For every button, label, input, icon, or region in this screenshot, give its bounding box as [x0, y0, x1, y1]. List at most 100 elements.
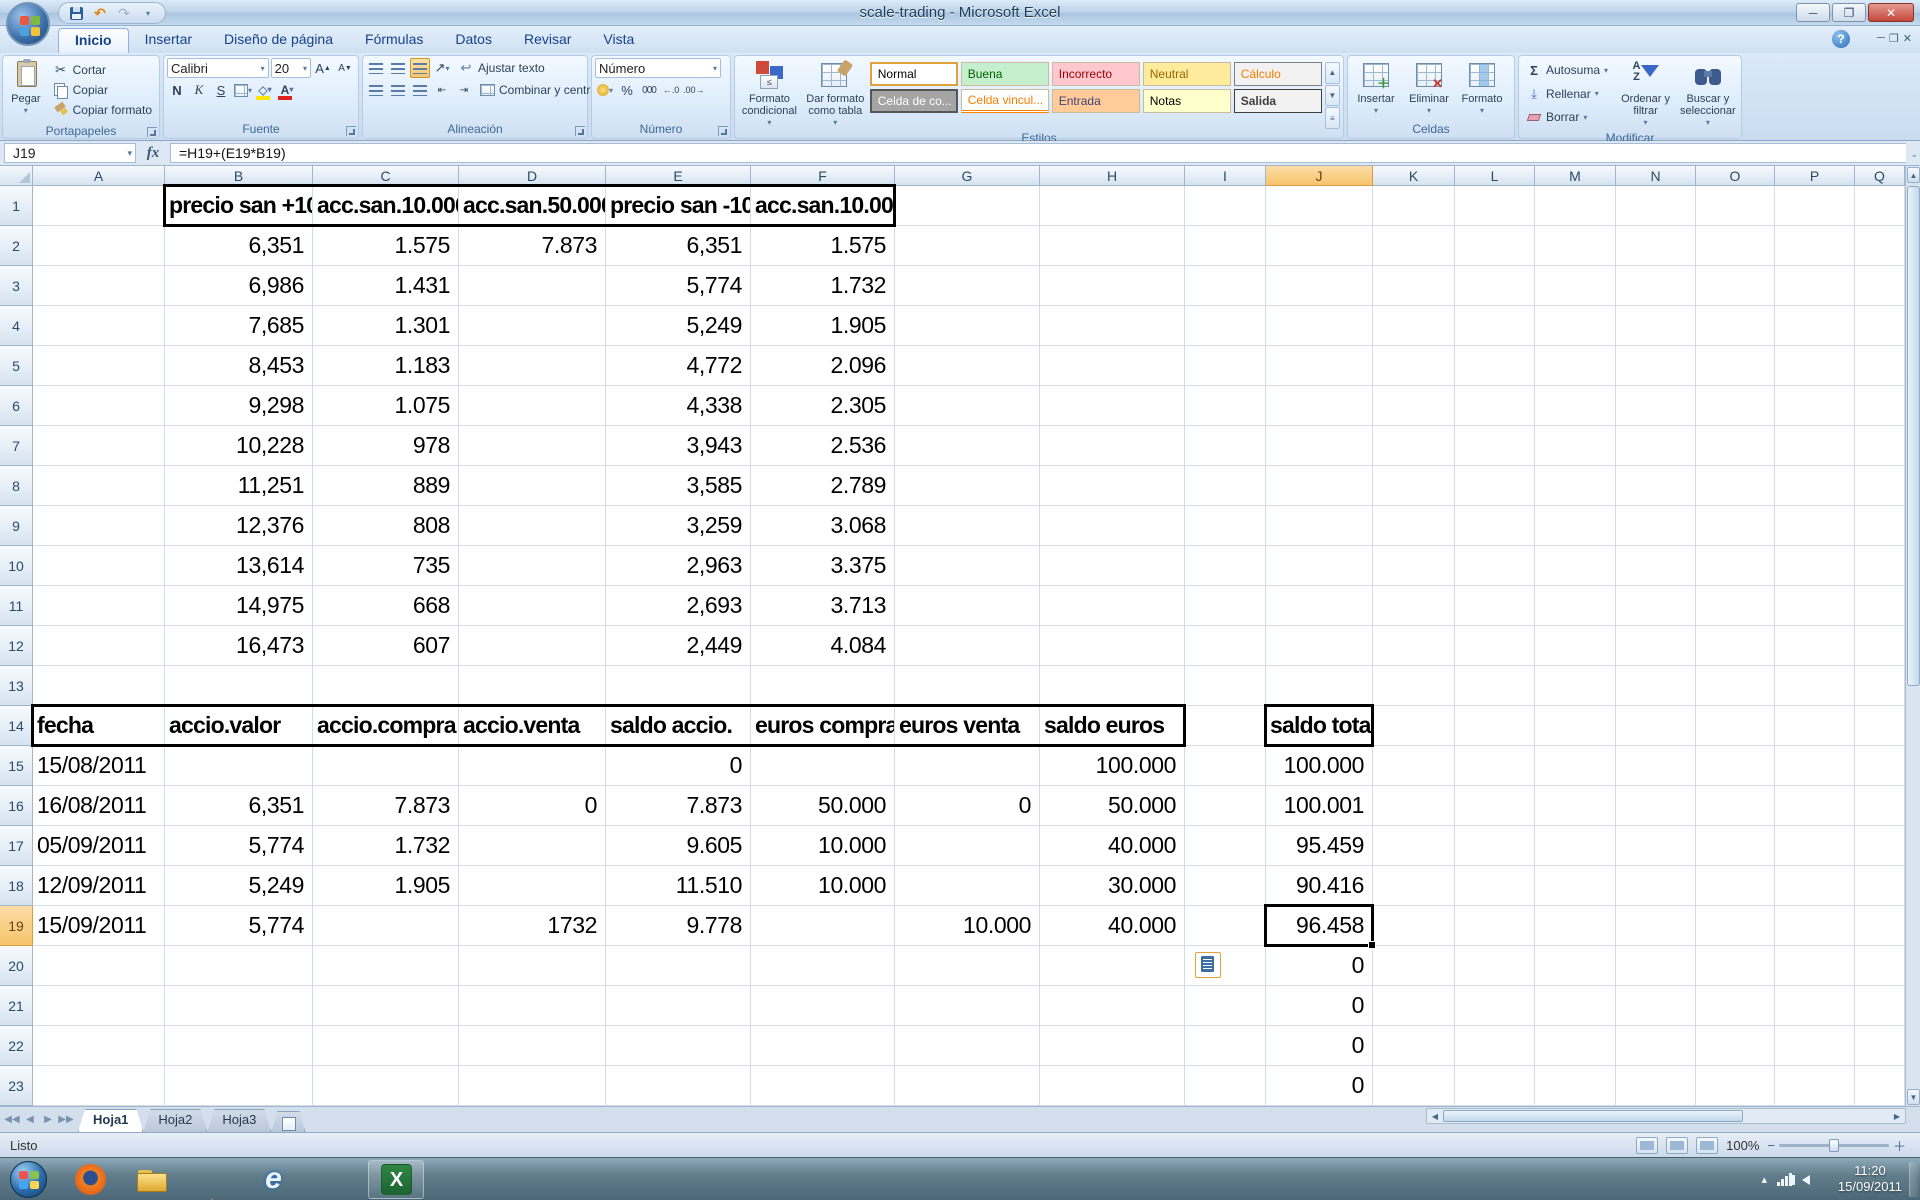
- cell-H1[interactable]: [1040, 186, 1185, 226]
- cell-E6[interactable]: 4,338: [606, 386, 751, 426]
- cell-J12[interactable]: [1266, 626, 1373, 666]
- ribbon-tab-inicio[interactable]: Inicio: [58, 28, 129, 53]
- cell-G4[interactable]: [895, 306, 1040, 346]
- cell-B19[interactable]: 5,774: [165, 906, 313, 946]
- sheet-tab-hoja1[interactable]: Hoja1: [78, 1109, 143, 1132]
- insert-cells-button[interactable]: ＋ Insertar▾: [1351, 58, 1401, 120]
- cell-L18[interactable]: [1455, 866, 1535, 906]
- row-header-21[interactable]: 21: [0, 986, 33, 1026]
- cell-style-celda-vincul-[interactable]: Celda vincul...: [961, 89, 1049, 113]
- vertical-scroll-thumb[interactable]: [1907, 186, 1920, 686]
- cell-K19[interactable]: [1373, 906, 1455, 946]
- cell-F6[interactable]: 2.305: [751, 386, 895, 426]
- cell-B23[interactable]: [165, 1066, 313, 1106]
- next-sheet-icon[interactable]: ▶: [40, 1114, 56, 1125]
- cell-N3[interactable]: [1616, 266, 1696, 306]
- cell-P19[interactable]: [1775, 906, 1855, 946]
- restore-button[interactable]: ❐: [1832, 3, 1866, 22]
- column-header-N[interactable]: N: [1616, 166, 1696, 186]
- cell-P12[interactable]: [1775, 626, 1855, 666]
- cell-F19[interactable]: [751, 906, 895, 946]
- cell-K13[interactable]: [1373, 666, 1455, 706]
- cell-O2[interactable]: [1696, 226, 1775, 266]
- cell-D19[interactable]: 1732: [459, 906, 606, 946]
- insert-function-button[interactable]: fx: [136, 145, 170, 162]
- cell-P18[interactable]: [1775, 866, 1855, 906]
- cell-Q6[interactable]: [1855, 386, 1905, 426]
- autosum-button[interactable]: ΣAutosuma▾: [1522, 60, 1613, 80]
- cell-P10[interactable]: [1775, 546, 1855, 586]
- cell-G22[interactable]: [895, 1026, 1040, 1066]
- cell-H5[interactable]: [1040, 346, 1185, 386]
- cell-B16[interactable]: 6,351: [165, 786, 313, 826]
- cell-L4[interactable]: [1455, 306, 1535, 346]
- cell-P8[interactable]: [1775, 466, 1855, 506]
- cell-P23[interactable]: [1775, 1066, 1855, 1106]
- cell-D16[interactable]: 0: [459, 786, 606, 826]
- cell-J16[interactable]: 100.001: [1266, 786, 1373, 826]
- cell-Q11[interactable]: [1855, 586, 1905, 626]
- cell-F10[interactable]: 3.375: [751, 546, 895, 586]
- cell-O22[interactable]: [1696, 1026, 1775, 1066]
- cell-M7[interactable]: [1535, 426, 1616, 466]
- increase-indent-button[interactable]: ⇥: [454, 80, 474, 100]
- cell-A7[interactable]: [33, 426, 165, 466]
- cut-button[interactable]: ✂Cortar: [49, 60, 156, 80]
- cell-A21[interactable]: [33, 986, 165, 1026]
- cell-style-normal[interactable]: Normal: [870, 62, 958, 86]
- taskbar-icon-internet-explorer[interactable]: e: [258, 1164, 289, 1195]
- cell-M1[interactable]: [1535, 186, 1616, 226]
- wrap-text-button[interactable]: ↩Ajustar texto: [454, 58, 549, 78]
- cell-O1[interactable]: [1696, 186, 1775, 226]
- cell-P16[interactable]: [1775, 786, 1855, 826]
- cell-B14[interactable]: accio.valor: [165, 706, 313, 746]
- cell-N6[interactable]: [1616, 386, 1696, 426]
- cell-O21[interactable]: [1696, 986, 1775, 1026]
- accounting-format-button[interactable]: ▾: [595, 80, 615, 100]
- cell-K1[interactable]: [1373, 186, 1455, 226]
- cell-N1[interactable]: [1616, 186, 1696, 226]
- cell-N12[interactable]: [1616, 626, 1696, 666]
- cell-K20[interactable]: [1373, 946, 1455, 986]
- cell-H17[interactable]: 40.000: [1040, 826, 1185, 866]
- cell-K4[interactable]: [1373, 306, 1455, 346]
- cell-L9[interactable]: [1455, 506, 1535, 546]
- cell-M3[interactable]: [1535, 266, 1616, 306]
- scroll-right-icon[interactable]: ▶: [1889, 1109, 1905, 1123]
- cell-F2[interactable]: 1.575: [751, 226, 895, 266]
- insert-worksheet-tab[interactable]: [271, 1111, 305, 1132]
- cell-K6[interactable]: [1373, 386, 1455, 426]
- cell-E3[interactable]: 5,774: [606, 266, 751, 306]
- page-layout-view-button[interactable]: [1666, 1137, 1688, 1154]
- cell-N7[interactable]: [1616, 426, 1696, 466]
- qat-dropdown-button[interactable]: ▾: [139, 4, 157, 22]
- cell-F13[interactable]: [751, 666, 895, 706]
- cell-E2[interactable]: 6,351: [606, 226, 751, 266]
- cell-Q15[interactable]: [1855, 746, 1905, 786]
- orientation-button[interactable]: ↗▾: [432, 58, 452, 78]
- column-header-Q[interactable]: Q: [1855, 166, 1905, 186]
- font-name-select[interactable]: Calibri▾: [167, 58, 269, 78]
- cell-I21[interactable]: [1185, 986, 1266, 1026]
- cell-H14[interactable]: saldo euros: [1040, 706, 1185, 746]
- cell-I8[interactable]: [1185, 466, 1266, 506]
- cell-D22[interactable]: [459, 1026, 606, 1066]
- fill-handle[interactable]: [1368, 941, 1376, 949]
- cell-I9[interactable]: [1185, 506, 1266, 546]
- cell-L7[interactable]: [1455, 426, 1535, 466]
- taskbar-icon-vlc[interactable]: [197, 1195, 228, 1200]
- grow-font-button[interactable]: A▲: [313, 58, 333, 78]
- cell-K5[interactable]: [1373, 346, 1455, 386]
- italic-button[interactable]: K: [189, 80, 209, 100]
- cell-I11[interactable]: [1185, 586, 1266, 626]
- cell-P13[interactable]: [1775, 666, 1855, 706]
- cell-style-notas[interactable]: Notas: [1143, 89, 1231, 113]
- cell-D8[interactable]: [459, 466, 606, 506]
- cell-B5[interactable]: 8,453: [165, 346, 313, 386]
- cell-H6[interactable]: [1040, 386, 1185, 426]
- gallery-down-icon[interactable]: ▼: [1325, 85, 1340, 107]
- cell-P11[interactable]: [1775, 586, 1855, 626]
- row-header-3[interactable]: 3: [0, 266, 33, 306]
- cell-F18[interactable]: 10.000: [751, 866, 895, 906]
- cell-L17[interactable]: [1455, 826, 1535, 866]
